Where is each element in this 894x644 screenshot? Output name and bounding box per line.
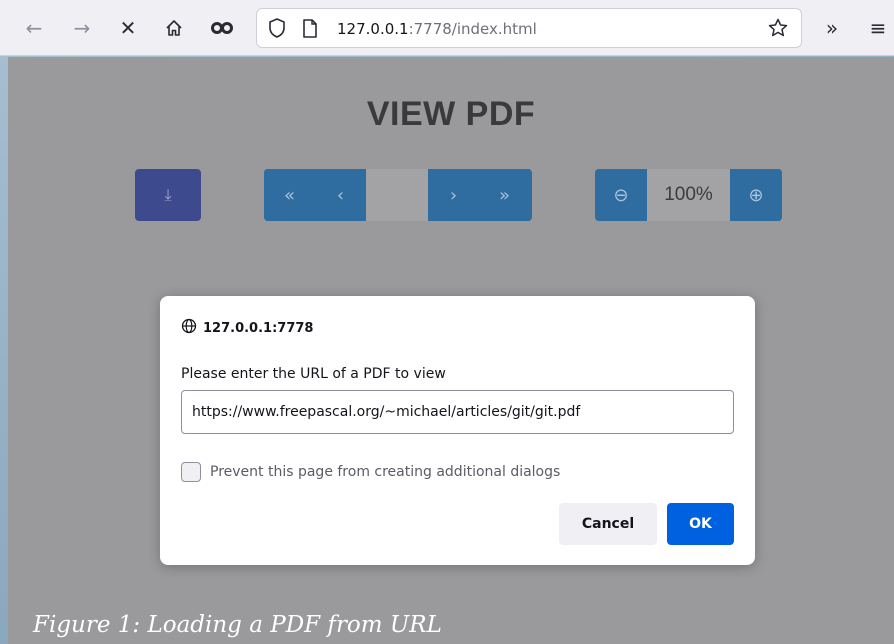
url-text[interactable]: 127.0.0.1:7778/index.html bbox=[337, 20, 537, 38]
home-icon[interactable] bbox=[160, 14, 188, 42]
page-title: VIEW PDF bbox=[366, 95, 536, 133]
forward-icon[interactable]: → bbox=[68, 14, 96, 42]
figure-caption: Figure 1: Loading a PDF from URL bbox=[33, 612, 442, 638]
zoom-group: ⊖ 100% ⊕ bbox=[595, 169, 782, 221]
url-host: 127.0.0.1 bbox=[337, 20, 409, 38]
chevron-left-icon: ‹ bbox=[336, 184, 345, 206]
prevent-dialogs-label: Prevent this page from creating addition… bbox=[210, 464, 561, 480]
zoom-out-icon: ⊖ bbox=[613, 184, 629, 206]
url-path: :7778/index.html bbox=[408, 20, 537, 38]
globe-icon bbox=[181, 318, 197, 338]
download-icon: ⤓ bbox=[164, 185, 172, 204]
url-input[interactable] bbox=[181, 390, 734, 434]
dialog-origin: 127.0.0.1:7778 bbox=[181, 318, 313, 338]
zoom-in-icon: ⊕ bbox=[748, 184, 764, 206]
bookmark-star-icon[interactable] bbox=[767, 17, 789, 44]
last-page-button[interactable]: » bbox=[479, 169, 530, 221]
zoom-in-button[interactable]: ⊕ bbox=[730, 169, 782, 221]
double-chevron-left-icon: « bbox=[283, 184, 295, 206]
page-navigation-group: « ‹ › » bbox=[264, 169, 532, 221]
page-icon[interactable] bbox=[301, 18, 319, 45]
chevron-right-icon: › bbox=[449, 184, 458, 206]
ok-button[interactable]: OK bbox=[667, 503, 734, 545]
browser-toolbar: ← → ✕ 127.0.0.1:7778/index.html » ≡ bbox=[0, 0, 894, 56]
next-page-button[interactable]: › bbox=[428, 169, 479, 221]
dialog-origin-text: 127.0.0.1:7778 bbox=[203, 320, 314, 336]
page-number-input[interactable] bbox=[366, 169, 428, 221]
shield-icon[interactable] bbox=[267, 17, 287, 44]
url-bar[interactable]: 127.0.0.1:7778/index.html bbox=[256, 8, 802, 48]
prev-page-button[interactable]: ‹ bbox=[315, 169, 366, 221]
prompt-dialog: 127.0.0.1:7778 Please enter the URL of a… bbox=[160, 296, 755, 565]
cancel-button[interactable]: Cancel bbox=[559, 503, 657, 545]
menu-icon[interactable]: ≡ bbox=[864, 14, 892, 42]
first-page-button[interactable]: « bbox=[264, 169, 315, 221]
prevent-dialogs-option[interactable]: Prevent this page from creating addition… bbox=[181, 462, 560, 482]
back-icon[interactable]: ← bbox=[20, 14, 48, 42]
overflow-chevron-icon[interactable]: » bbox=[818, 14, 846, 42]
download-button[interactable]: ⤓ bbox=[135, 169, 201, 221]
extension-icon[interactable] bbox=[208, 14, 236, 42]
dialog-message: Please enter the URL of a PDF to view bbox=[181, 366, 446, 382]
stop-icon[interactable]: ✕ bbox=[114, 14, 142, 42]
zoom-out-button[interactable]: ⊖ bbox=[595, 169, 647, 221]
prevent-dialogs-checkbox[interactable] bbox=[181, 462, 201, 482]
double-chevron-right-icon: » bbox=[498, 184, 510, 206]
zoom-level: 100% bbox=[647, 169, 730, 221]
